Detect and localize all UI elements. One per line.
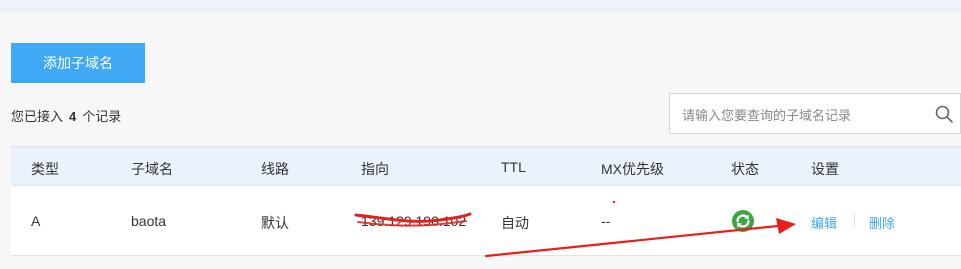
header-ttl: TTL bbox=[501, 159, 526, 175]
search-box bbox=[669, 93, 961, 134]
record-count-suffix: 个记录 bbox=[82, 109, 122, 124]
table-row: A baota 默认 139.129.190.102 自动 -- 编辑 删除 bbox=[11, 186, 961, 256]
add-subdomain-button[interactable]: 添加子域名 bbox=[11, 43, 145, 83]
header-mx-priority: MX优先级 bbox=[601, 161, 664, 177]
search-input[interactable] bbox=[680, 104, 924, 126]
cell-target: 139.129.190.102 bbox=[361, 213, 467, 229]
refresh-enabled-icon[interactable] bbox=[731, 209, 755, 233]
table-header: 类型 子域名 线路 指向 TTL MX优先级 状态 设置 bbox=[11, 146, 961, 186]
edit-link[interactable]: 编辑 bbox=[811, 213, 837, 232]
header-status: 状态 bbox=[731, 161, 759, 177]
cell-type: A bbox=[31, 213, 41, 229]
record-count: 您已接入 4 个记录 bbox=[11, 106, 121, 125]
record-count-value: 4 bbox=[69, 109, 77, 124]
cell-line: 默认 bbox=[261, 215, 289, 231]
header-subdomain: 子域名 bbox=[131, 161, 173, 177]
header-settings: 设置 bbox=[811, 161, 839, 177]
cell-ttl: 自动 bbox=[501, 215, 529, 231]
cell-mx-priority: -- bbox=[601, 213, 611, 229]
action-divider bbox=[854, 214, 855, 228]
search-icon[interactable] bbox=[934, 104, 954, 124]
cell-subdomain: baota bbox=[131, 213, 167, 229]
header-type: 类型 bbox=[31, 161, 59, 177]
delete-link[interactable]: 删除 bbox=[869, 213, 895, 232]
header-target: 指向 bbox=[361, 161, 389, 177]
record-count-prefix: 您已接入 bbox=[11, 109, 64, 124]
header-line: 线路 bbox=[261, 161, 289, 177]
top-bar bbox=[0, 0, 961, 13]
